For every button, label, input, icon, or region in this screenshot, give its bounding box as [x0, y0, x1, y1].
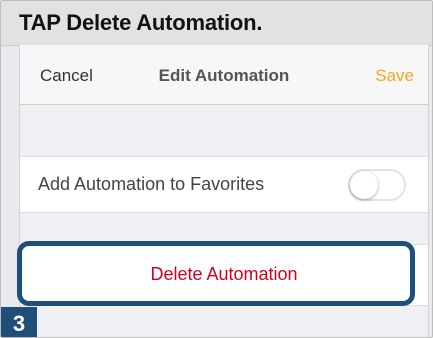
favorites-toggle[interactable]: [348, 169, 406, 201]
favorites-row: Add Automation to Favorites: [20, 156, 428, 213]
navigation-bar: Cancel Edit Automation Save: [20, 45, 428, 105]
favorites-label: Add Automation to Favorites: [38, 174, 265, 194]
page-title: Edit Automation: [158, 66, 290, 85]
instruction-banner: TAP Delete Automation.: [1, 1, 432, 46]
tutorial-frame: TAP Delete Automation. Cancel Edit Autom…: [0, 0, 433, 338]
instruction-text: TAP Delete Automation.: [19, 10, 263, 35]
highlight-box: [17, 241, 415, 306]
step-number-badge: 3: [1, 307, 37, 337]
toggle-knob: [350, 171, 378, 199]
save-button[interactable]: Save: [375, 66, 414, 86]
